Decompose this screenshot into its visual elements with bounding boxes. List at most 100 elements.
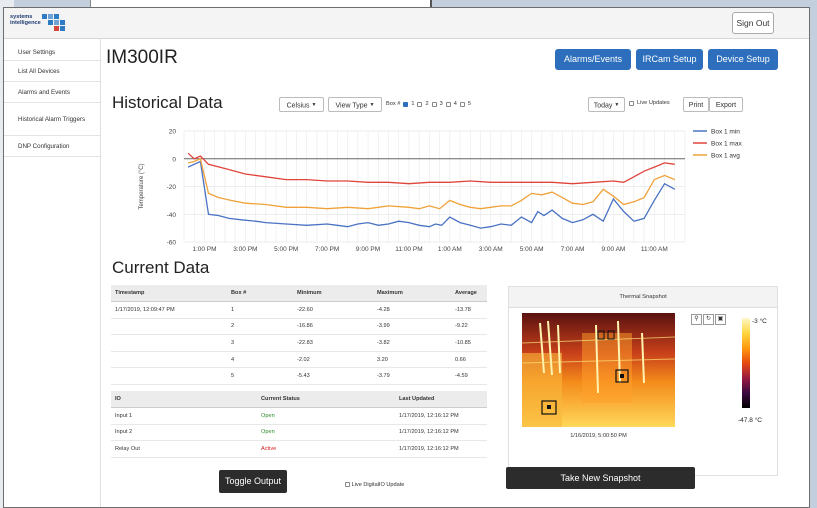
sidebar-item-dnp-config[interactable]: DNP Configuration [4, 137, 100, 157]
y-tick-label: 20 [169, 129, 177, 136]
live-updates-checkbox[interactable] [629, 100, 634, 106]
x-tick-label: 9:00 AM [601, 246, 625, 253]
live-updates-toggle[interactable]: Live Updates [629, 100, 670, 106]
avg-cell: 0.66 [451, 351, 487, 369]
box-1-checkbox[interactable] [403, 101, 409, 107]
table-row: 5 -5.43 -3.79 -4.59 [111, 367, 487, 385]
x-tick-label: 7:00 PM [315, 246, 339, 253]
logo-text: systems intelligence [10, 14, 41, 26]
table-row: Input 2 Open 1/17/2019, 12:16:12 PM [111, 424, 487, 442]
y-axis-label: Temperature (°C) [139, 163, 145, 209]
unit-select[interactable]: Celsius ▼ [279, 97, 324, 112]
x-tick-label: 11:00 AM [641, 246, 668, 253]
device-title: IM300IR [106, 47, 178, 68]
io-status-cell: Open [257, 407, 395, 425]
sidebar-item-historical-alarms[interactable]: Historical Alarm Triggers [4, 104, 100, 136]
x-tick-label: 9:00 PM [356, 246, 380, 253]
chevron-down-icon: ▼ [614, 102, 620, 108]
x-tick-label: 1:00 PM [192, 246, 216, 253]
x-tick-label: 5:00 PM [274, 246, 298, 253]
io-name-cell: Input 1 [111, 407, 257, 425]
brand-logo[interactable]: systems intelligence [10, 11, 80, 33]
max-cell: -3.82 [373, 334, 451, 352]
box-5-label: 5 [467, 101, 471, 107]
device-setup-button[interactable]: Device Setup [708, 49, 778, 70]
sign-out-button[interactable]: Sign Out [732, 12, 774, 34]
current-data-heading: Current Data [112, 258, 210, 277]
box-cell: 5 [227, 367, 293, 385]
col-box: Box # [227, 285, 293, 302]
thermal-image-art [522, 313, 675, 427]
timestamp-cell [111, 351, 227, 369]
box-selector: Box # 1 2 3 4 5 [386, 100, 471, 108]
chevron-down-icon: ▼ [311, 102, 317, 108]
sidebar-item-user-settings[interactable]: User Settings [4, 45, 100, 61]
x-tick-label: 11:00 PM [395, 246, 422, 253]
box-3-checkbox[interactable] [431, 101, 437, 107]
range-select[interactable]: Today ▼ [588, 97, 625, 112]
io-updated-cell: 1/17/2019, 12:16:12 PM [395, 407, 487, 425]
col-minimum: Minimum [293, 285, 373, 302]
ircam-setup-button[interactable]: IRCam Setup [636, 49, 703, 70]
table-row: 2 -16.86 -3.99 -9.22 [111, 318, 487, 336]
timestamp-cell: 1/17/2019, 12:09:47 PM [111, 301, 227, 319]
avg-cell: -4.59 [451, 367, 487, 385]
box-5-checkbox[interactable] [459, 101, 465, 107]
alarms-events-button[interactable]: Alarms/Events [555, 49, 631, 70]
col-last-updated: Last Updated [395, 391, 487, 408]
table-row: 1/17/2019, 12:09:47 PM 1 -22.60 -4.28 -1… [111, 301, 487, 319]
io-name-cell: Input 2 [111, 424, 257, 442]
table-row: 3 -22.83 -3.82 -10.85 [111, 334, 487, 352]
scale-min-label: -47.8 °C [738, 417, 762, 424]
current-data-table: Timestamp Box # Minimum Maximum Average … [111, 285, 487, 385]
max-cell: -3.99 [373, 318, 451, 336]
y-tick-label: 0 [172, 156, 176, 163]
thermal-snapshot-panel: Thermal Snapshot 1/16/2019, 5:00:50 PM ⚲… [508, 286, 778, 476]
sidebar: User Settings List All Devices Alarms an… [4, 39, 101, 507]
x-tick-label: 1:00 AM [438, 246, 462, 253]
box-cell: 4 [227, 351, 293, 369]
sidebar-item-alarms-events[interactable]: Alarms and Events [4, 83, 100, 103]
scale-max-label: -3 °C [752, 318, 767, 325]
min-cell: -22.83 [293, 334, 373, 352]
box-2-label: 2 [425, 101, 429, 107]
toggle-output-button[interactable]: Toggle Output [219, 470, 287, 493]
col-maximum: Maximum [373, 285, 451, 302]
timestamp-cell [111, 367, 227, 385]
logo-grid-icon [40, 13, 70, 31]
live-io-label: Live DigitalIO Update [351, 482, 405, 488]
sidebar-item-list-devices[interactable]: List All Devices [4, 62, 100, 82]
box-cell: 3 [227, 334, 293, 352]
box-cell: 2 [227, 318, 293, 336]
io-name-cell: Relay Out [111, 440, 257, 458]
refresh-icon[interactable]: ↻ [703, 314, 714, 325]
box-2-checkbox[interactable] [417, 101, 423, 107]
col-current-status: Current Status [257, 391, 395, 408]
box-3-label: 3 [439, 101, 443, 107]
avg-cell: -13.78 [451, 301, 487, 319]
box-4-label: 4 [453, 101, 457, 107]
live-io-checkbox[interactable] [345, 482, 350, 488]
export-button[interactable]: Export [709, 97, 743, 112]
live-io-toggle[interactable]: Live DigitalIO Update [345, 482, 404, 488]
y-tick-label: -40 [167, 212, 177, 219]
main-content: IM300IR Alarms/Events IRCam Setup Device… [101, 39, 809, 507]
print-button[interactable]: Print [683, 97, 709, 112]
timestamp-cell [111, 318, 227, 336]
series-line-1 [187, 160, 676, 229]
take-snapshot-button[interactable]: Take New Snapshot [506, 467, 695, 489]
view-type-select[interactable]: View Type ▼ [328, 97, 382, 112]
table-row: Input 1 Open 1/17/2019, 12:16:12 PM [111, 407, 487, 425]
x-tick-label: 7:00 AM [561, 246, 585, 253]
x-tick-label: 5:00 AM [520, 246, 544, 253]
io-header-row: IO Current Status Last Updated [111, 391, 487, 408]
box-4-checkbox[interactable] [445, 101, 451, 107]
x-tick-label: 3:00 AM [479, 246, 503, 253]
image-icon[interactable]: ▣ [715, 314, 726, 325]
col-timestamp: Timestamp [111, 285, 227, 302]
series-line-2 [187, 152, 675, 185]
table-row: 4 -2.02 3.20 0.66 [111, 351, 487, 369]
browser-app-window: systems intelligence Sign Out User Setti… [3, 7, 810, 508]
series-line-3 [187, 157, 676, 210]
zoom-icon[interactable]: ⚲ [691, 314, 702, 325]
